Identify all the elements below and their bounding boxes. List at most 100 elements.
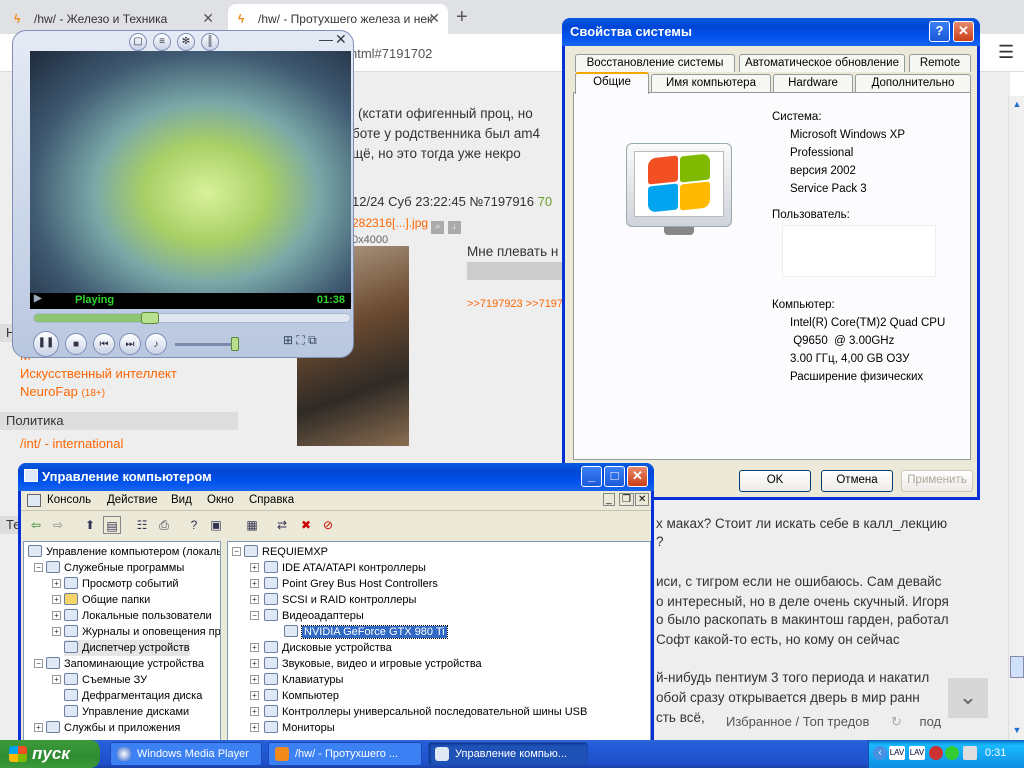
collapse-icon[interactable]: −	[34, 659, 43, 668]
device-category-monitors[interactable]: Мониторы	[264, 720, 335, 736]
mdi-minimize-icon[interactable]: _	[603, 493, 615, 506]
device-tree[interactable]: − REQUIEMXP + IDE ATA/ATAPI контроллеры …	[227, 541, 651, 741]
mdi-restore-icon[interactable]: ❐	[619, 493, 634, 506]
playlist-icon[interactable]: ≡	[153, 33, 171, 51]
minimize-icon[interactable]: _	[581, 466, 602, 487]
tab-advanced[interactable]: Дополнительно	[855, 74, 971, 92]
search-icon[interactable]: ⌕	[431, 221, 445, 234]
ok-button[interactable]: OK	[739, 470, 811, 492]
tree-item-event-viewer[interactable]: Просмотр событий	[64, 576, 179, 592]
sidebar-link-ai[interactable]: Искусственный интеллект	[20, 366, 177, 381]
device-category-disks[interactable]: Дисковые устройства	[264, 640, 392, 656]
file-link[interactable]: 282316[...].jpg	[352, 216, 428, 230]
collapse-icon[interactable]: −	[34, 563, 43, 572]
collapse-icon[interactable]: −	[250, 611, 259, 620]
update-driver-icon[interactable]: ⇄	[273, 516, 291, 534]
seek-bar[interactable]	[33, 312, 351, 324]
device-category-computer[interactable]: Компьютер	[264, 688, 339, 704]
show-hidden-icons-icon[interactable]: ‹	[873, 746, 887, 760]
expand-icon[interactable]: +	[250, 691, 259, 700]
forward-icon[interactable]: ⇨	[49, 516, 67, 534]
cancel-button[interactable]: Отмена	[821, 470, 893, 492]
equalizer-icon[interactable]: ║	[201, 33, 219, 51]
expand-icon[interactable]: +	[250, 707, 259, 716]
device-root[interactable]: REQUIEMXP	[244, 544, 328, 560]
close-icon[interactable]: ✕	[335, 31, 347, 48]
network-icon[interactable]	[963, 746, 977, 760]
sidebar-link-international[interactable]: /int/ - international	[20, 436, 123, 451]
tree-item-system-tools[interactable]: Служебные программы	[46, 560, 184, 576]
console-tree[interactable]: Управление компьютером (локальн − Служеб…	[23, 541, 221, 741]
tree-item-disk-management[interactable]: Управление дисками	[64, 704, 189, 720]
close-tab-icon[interactable]: ✕	[428, 10, 440, 27]
menu-help[interactable]: Справка	[249, 494, 294, 506]
download-icon[interactable]: ↓	[447, 221, 461, 234]
mdi-close-icon[interactable]: ✕	[635, 493, 650, 506]
close-icon[interactable]: ✕	[627, 466, 648, 487]
taskbar-item-compmgmt[interactable]: Управление компью...	[428, 742, 588, 766]
bottom-favorites-bar[interactable]: Избранное / Топ тредов ↻ под	[726, 714, 941, 730]
help-icon[interactable]: ?	[185, 516, 203, 534]
tab-general[interactable]: Общие	[575, 72, 649, 94]
taskbar-item-wmp[interactable]: Windows Media Player	[110, 742, 262, 766]
disable-icon[interactable]: ⊘	[319, 516, 337, 534]
scroll-thumb[interactable]	[1010, 656, 1024, 678]
tab-hardware[interactable]: Hardware	[773, 74, 853, 92]
volume-thumb[interactable]	[231, 337, 239, 351]
spoiler-block[interactable]	[467, 262, 563, 280]
page-scrollbar[interactable]: ▲ ▼	[1008, 96, 1024, 740]
tree-item-device-manager[interactable]: Диспетчер устройств	[64, 640, 190, 656]
print-icon[interactable]: ⎙	[155, 516, 173, 534]
expand-icon[interactable]: +	[250, 675, 259, 684]
seek-thumb[interactable]	[141, 312, 160, 324]
tree-item-shared-folders[interactable]: Общие папки	[64, 592, 150, 608]
console-icon[interactable]	[27, 494, 41, 507]
scroll-up-icon[interactable]: ▲	[1009, 96, 1024, 112]
device-category-keyboards[interactable]: Клавиатуры	[264, 672, 343, 688]
expand-icon[interactable]: +	[52, 595, 61, 604]
scroll-down-icon[interactable]: ▼	[1009, 722, 1024, 738]
tab-auto-update[interactable]: Автоматическое обновление	[739, 54, 905, 72]
device-category-pointgrey[interactable]: Point Grey Bus Host Controllers	[264, 576, 438, 592]
chevron-down-icon[interactable]: ⌄	[948, 678, 988, 718]
tray-app-icon[interactable]	[929, 746, 943, 760]
window-titlebar[interactable]: Управление компьютером _ □ ✕	[18, 463, 654, 491]
show-hide-icon[interactable]: ▣	[207, 516, 225, 534]
collapse-icon[interactable]: −	[232, 547, 241, 556]
device-category-display[interactable]: Видеоадаптеры	[264, 608, 364, 624]
tree-item-root[interactable]: Управление компьютером (локальн	[28, 544, 220, 560]
sidebar-link-neurofap[interactable]: NeuroFap (18+)	[20, 384, 105, 399]
video-area[interactable]	[30, 51, 351, 309]
tree-item-services[interactable]: Службы и приложения	[46, 720, 180, 736]
post-replies[interactable]: >>7197923 >>7197	[467, 298, 563, 310]
scan-hardware-icon[interactable]: ▦	[243, 516, 261, 534]
device-category-ide[interactable]: IDE ATA/ATAPI контроллеры	[264, 560, 426, 576]
expand-icon[interactable]: +	[52, 627, 61, 636]
refresh-icon[interactable]: ↻	[891, 714, 902, 729]
menu-action[interactable]: Действие	[107, 494, 158, 506]
menu-icon[interactable]: ▢	[129, 33, 147, 51]
window-titlebar[interactable]: Свойства системы ? ✕	[562, 18, 980, 46]
uninstall-icon[interactable]: ✖	[297, 516, 315, 534]
minimize-icon[interactable]: —	[319, 31, 333, 47]
device-category-scsi[interactable]: SCSI и RAID контроллеры	[264, 592, 416, 608]
pause-icon[interactable]: ❚❚	[33, 331, 59, 357]
new-tab-icon[interactable]: +	[456, 6, 468, 29]
show-tree-icon[interactable]: ▤	[103, 516, 121, 534]
up-folder-icon[interactable]: ⬆	[81, 516, 99, 534]
url-text[interactable]: html#7191702	[350, 46, 432, 61]
tree-item-perf-logs[interactable]: Журналы и оповещения пр	[64, 624, 220, 640]
close-icon[interactable]: ✕	[953, 21, 974, 42]
clock[interactable]: 0:31	[985, 747, 1006, 759]
expand-icon[interactable]: +	[52, 675, 61, 684]
menu-view[interactable]: Вид	[171, 494, 192, 506]
tree-item-defrag[interactable]: Дефрагментация диска	[64, 688, 202, 704]
expand-icon[interactable]: +	[52, 579, 61, 588]
expand-icon[interactable]: +	[52, 611, 61, 620]
taskbar-item-browser[interactable]: /hw/ - Протухшего ...	[268, 742, 422, 766]
expand-icon[interactable]: +	[250, 659, 259, 668]
switch-to-full-mode-icon[interactable]: ⊞ ⛶ ⧉	[283, 333, 317, 348]
apply-button[interactable]: Применить	[901, 470, 973, 492]
expand-icon[interactable]: +	[250, 579, 259, 588]
next-icon[interactable]: ⏭	[119, 333, 141, 355]
